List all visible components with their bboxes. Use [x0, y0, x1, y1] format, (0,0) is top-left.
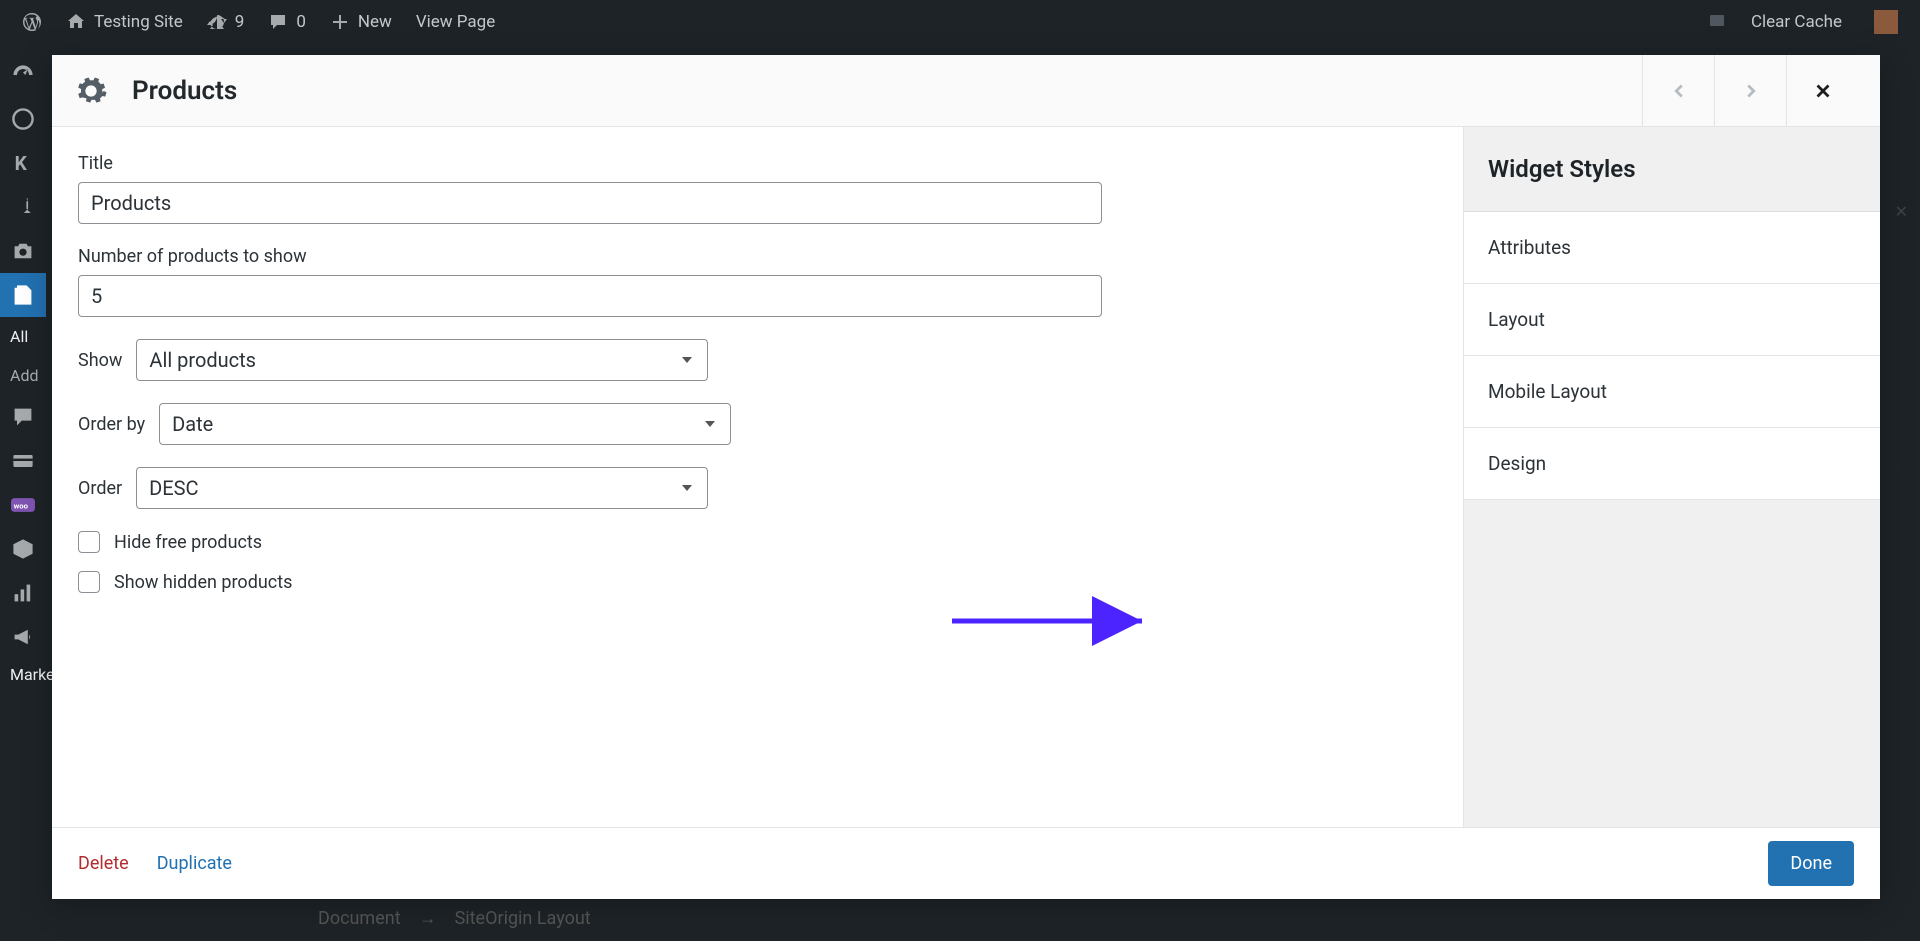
site-name: Testing Site — [94, 12, 183, 32]
delete-link[interactable]: Delete — [78, 853, 129, 874]
k-icon: K — [11, 151, 35, 175]
show-label: Show — [78, 350, 122, 371]
speech-bubble-icon — [1707, 12, 1727, 32]
duplicate-link[interactable]: Duplicate — [157, 853, 232, 874]
update-icon — [207, 12, 227, 32]
my-account[interactable] — [1854, 0, 1910, 43]
order-label: Order — [78, 478, 122, 499]
comment-icon — [11, 405, 35, 429]
menu-comments[interactable] — [0, 395, 46, 439]
breadcrumb-document[interactable]: Document — [318, 908, 401, 929]
title-input[interactable] — [78, 182, 1102, 224]
menu-marketing[interactable] — [0, 615, 46, 659]
menu-products[interactable] — [0, 527, 46, 571]
megaphone-icon — [11, 625, 35, 649]
comments-link[interactable]: 0 — [256, 0, 318, 43]
modal-header: Products — [52, 55, 1880, 127]
chevron-left-icon — [1668, 80, 1690, 102]
plus-icon — [330, 12, 350, 32]
show-hidden-checkbox[interactable]: Show hidden products — [78, 571, 1437, 593]
menu-marketing-label[interactable]: Marketing — [0, 655, 46, 694]
camera-icon — [11, 239, 35, 263]
bg-check-icon: ✓ — [1895, 462, 1908, 481]
widget-styles-heading: Widget Styles — [1464, 127, 1880, 212]
admin-menu: K All Add woo Marketing — [0, 43, 46, 941]
close-icon — [1812, 80, 1834, 102]
new-link[interactable]: New — [318, 0, 404, 43]
submenu-all[interactable]: All — [0, 317, 46, 356]
menu-pages[interactable] — [0, 273, 46, 317]
prev-button[interactable] — [1642, 55, 1714, 127]
breadcrumb-siteorigin[interactable]: SiteOrigin Layout — [455, 908, 591, 929]
svg-text:K: K — [15, 152, 28, 175]
bar-chart-icon — [11, 581, 35, 605]
show-select[interactable]: All products — [136, 339, 708, 381]
pin-icon — [11, 195, 35, 219]
pages-icon — [11, 283, 35, 307]
site-name-link[interactable]: Testing Site — [54, 0, 195, 43]
breadcrumb: Document → SiteOrigin Layout — [318, 908, 591, 929]
dashboard-icon — [11, 63, 35, 87]
menu-woocommerce[interactable]: woo — [0, 483, 46, 527]
comments-count: 0 — [296, 12, 306, 32]
card-icon — [11, 449, 35, 473]
done-button[interactable]: Done — [1768, 841, 1854, 886]
styles-section-layout[interactable]: Layout — [1464, 284, 1880, 356]
updates-count: 9 — [235, 12, 245, 32]
chevron-right-icon — [1740, 80, 1762, 102]
num-products-input[interactable] — [78, 275, 1102, 317]
modal-footer: Delete Duplicate Done — [52, 827, 1880, 899]
menu-kinsta[interactable]: K — [0, 141, 46, 185]
show-hidden-input[interactable] — [78, 571, 100, 593]
styles-section-attributes[interactable]: Attributes — [1464, 212, 1880, 284]
widget-form: Title Number of products to show Show Al… — [52, 127, 1464, 827]
admin-bar: Testing Site 9 0 New View Page Clear Cac… — [0, 0, 1920, 43]
clear-cache-link[interactable]: Clear Cache — [1739, 0, 1854, 43]
hide-free-input[interactable] — [78, 531, 100, 553]
box-icon — [11, 537, 35, 561]
next-button[interactable] — [1714, 55, 1786, 127]
wordpress-icon — [22, 12, 42, 32]
styles-section-design[interactable]: Design — [1464, 428, 1880, 500]
gauge-icon — [11, 107, 35, 131]
new-label: New — [358, 12, 392, 32]
menu-analytics[interactable] — [0, 571, 46, 615]
orderby-label: Order by — [78, 414, 145, 435]
order-select[interactable]: DESC — [136, 467, 708, 509]
updates-link[interactable]: 9 — [195, 0, 257, 43]
widget-styles-panel: Widget Styles Attributes Layout Mobile L… — [1464, 127, 1880, 827]
styles-section-mobile-layout[interactable]: Mobile Layout — [1464, 356, 1880, 428]
view-page-link[interactable]: View Page — [404, 0, 507, 43]
notifications-icon[interactable] — [1695, 0, 1739, 43]
menu-dashboard[interactable] — [0, 53, 46, 97]
avatar — [1874, 10, 1898, 34]
menu-performance[interactable] — [0, 97, 46, 141]
submenu-add[interactable]: Add — [0, 356, 46, 395]
menu-contact[interactable] — [0, 439, 46, 483]
num-label: Number of products to show — [78, 246, 1437, 267]
woo-icon: woo — [11, 493, 35, 517]
wp-logo[interactable] — [10, 0, 54, 43]
gear-icon — [74, 74, 108, 108]
bg-dismiss-icon: ✕ — [1895, 202, 1908, 221]
close-button[interactable] — [1786, 55, 1858, 127]
hide-free-checkbox[interactable]: Hide free products — [78, 531, 1437, 553]
comment-icon — [268, 12, 288, 32]
widget-edit-modal: Products Title Number of products to sho… — [52, 55, 1880, 899]
title-label: Title — [78, 153, 1437, 174]
menu-posts[interactable] — [0, 185, 46, 229]
home-icon — [66, 12, 86, 32]
modal-title: Products — [132, 76, 237, 106]
orderby-select[interactable]: Date — [159, 403, 731, 445]
menu-media[interactable] — [0, 229, 46, 273]
breadcrumb-arrow: → — [419, 908, 437, 929]
svg-text:woo: woo — [14, 501, 29, 510]
